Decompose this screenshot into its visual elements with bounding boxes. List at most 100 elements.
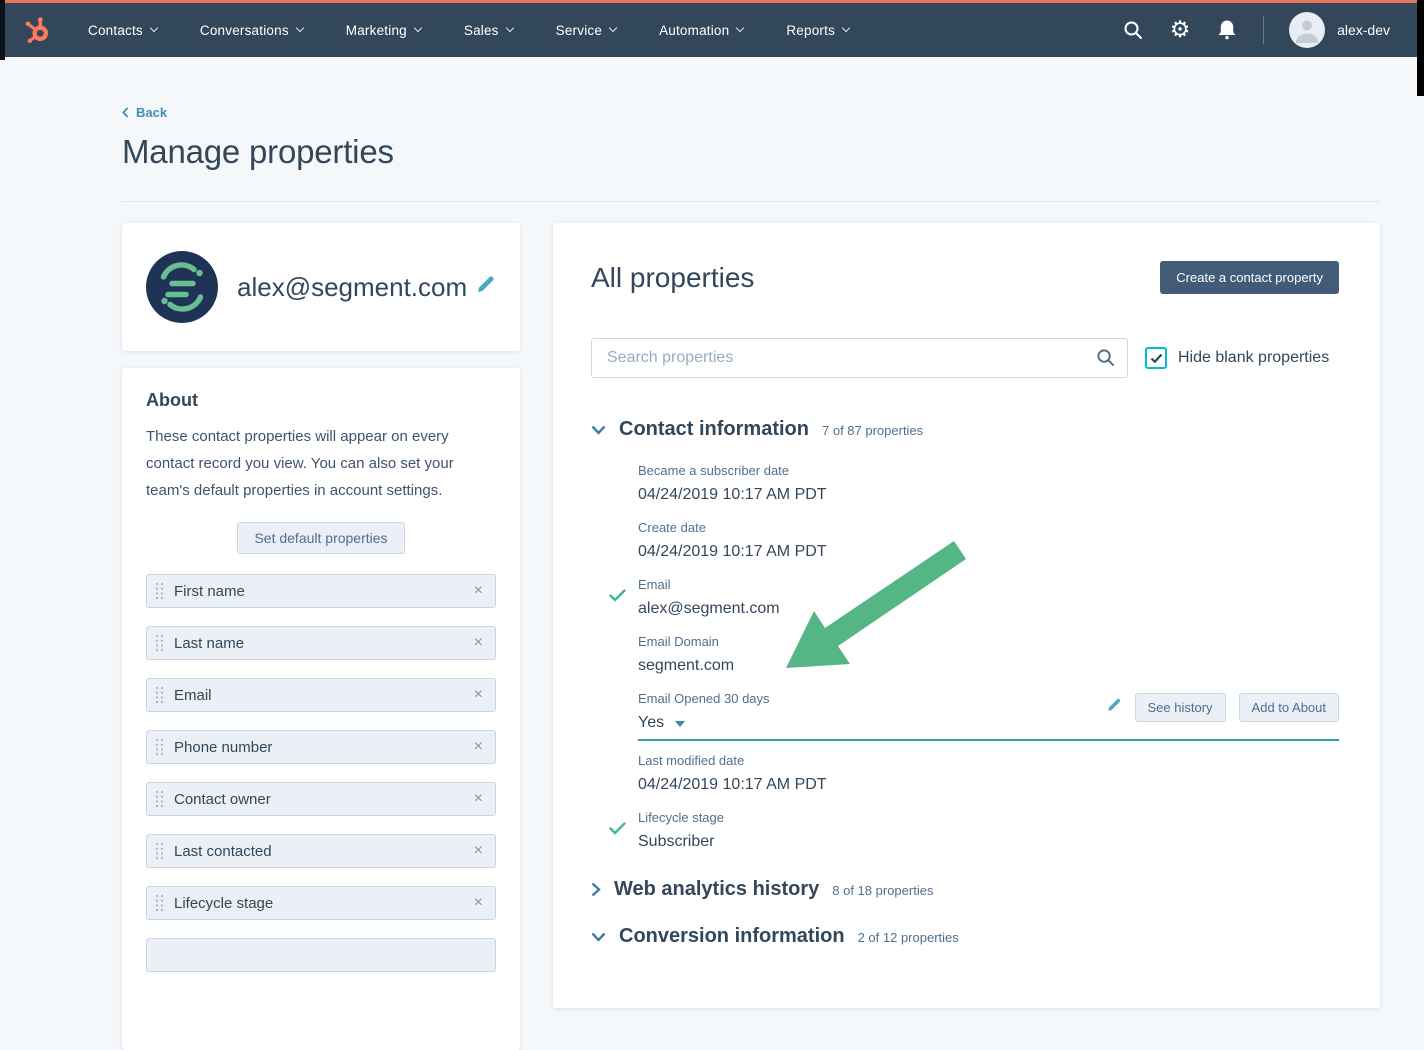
property-value: 04/24/2019 10:17 AM PDT <box>638 542 1339 562</box>
user-menu[interactable]: alex-dev <box>1289 12 1390 48</box>
remove-icon[interactable]: × <box>474 583 483 599</box>
see-history-button[interactable]: See history <box>1135 693 1226 722</box>
property-label: Email Domain <box>638 634 1339 650</box>
nav-item-label: Automation <box>659 23 729 38</box>
edit-pencil-icon[interactable] <box>475 274 496 300</box>
default-property-item-partial[interactable] <box>146 938 496 972</box>
drag-handle-icon[interactable] <box>155 738 164 756</box>
back-link[interactable]: Back <box>122 105 167 120</box>
remove-icon[interactable]: × <box>474 895 483 911</box>
chevron-down-icon <box>296 24 304 32</box>
property-label: Contact owner <box>174 791 271 808</box>
property-value: 04/24/2019 10:17 AM PDT <box>638 775 1339 795</box>
property-row: Email Domain segment.com <box>638 634 1339 676</box>
nav-item-automation[interactable]: Automation <box>659 23 743 38</box>
section-count: 2 of 12 properties <box>858 930 959 945</box>
remove-icon[interactable]: × <box>474 739 483 755</box>
check-icon <box>1150 353 1163 364</box>
hide-blank-properties-label[interactable]: Hide blank properties <box>1178 349 1329 367</box>
default-property-item[interactable]: Email × <box>146 678 496 712</box>
screen-edge-artifact <box>0 0 5 60</box>
remove-icon[interactable]: × <box>474 687 483 703</box>
section-header-contact-information[interactable]: Contact information 7 of 87 properties <box>591 418 1339 441</box>
default-property-item[interactable]: Last contacted × <box>146 834 496 868</box>
top-navigation: Contacts Conversations Marketing Sales S… <box>0 0 1424 57</box>
chevron-down-icon[interactable] <box>591 425 606 435</box>
property-value: segment.com <box>638 656 1339 676</box>
property-label: Email <box>174 687 212 704</box>
property-label: Last name <box>174 635 244 652</box>
section-header-conversion-information[interactable]: Conversion information 2 of 12 propertie… <box>591 925 1339 948</box>
segment-logo-avatar <box>146 251 218 323</box>
section-title: Contact information <box>619 418 809 441</box>
search-properties-input[interactable] <box>591 338 1128 378</box>
remove-icon[interactable]: × <box>474 791 483 807</box>
about-description: These contact properties will appear on … <box>146 423 496 504</box>
drag-handle-icon[interactable] <box>155 842 164 860</box>
chevron-down-icon <box>414 24 422 32</box>
section-count: 7 of 87 properties <box>822 423 923 438</box>
section-count: 8 of 18 properties <box>832 883 933 898</box>
nav-item-marketing[interactable]: Marketing <box>346 23 421 38</box>
default-property-item[interactable]: First name × <box>146 574 496 608</box>
property-label: Phone number <box>174 739 272 756</box>
property-row: Email alex@segment.com <box>638 577 1339 619</box>
chevron-left-icon <box>122 107 129 118</box>
edit-pencil-icon[interactable] <box>1106 697 1122 718</box>
search-icon[interactable] <box>1122 19 1144 41</box>
divider <box>122 201 1380 202</box>
contact-profile-card: alex@segment.com <box>122 223 520 351</box>
property-row: Create date 04/24/2019 10:17 AM PDT <box>638 520 1339 562</box>
add-to-about-button[interactable]: Add to About <box>1239 693 1339 722</box>
default-property-item[interactable]: Lifecycle stage × <box>146 886 496 920</box>
create-contact-property-button[interactable]: Create a contact property <box>1160 261 1339 294</box>
chevron-right-icon[interactable] <box>591 882 601 897</box>
hubspot-logo-icon[interactable] <box>22 15 52 45</box>
chevron-down-icon <box>842 24 850 32</box>
hide-blank-properties-checkbox[interactable] <box>1145 347 1167 369</box>
gear-icon[interactable]: ⚙ <box>1169 19 1191 41</box>
property-row: Became a subscriber date 04/24/2019 10:1… <box>638 463 1339 505</box>
about-card: About These contact properties will appe… <box>122 368 520 1050</box>
property-label: Lifecycle stage <box>638 810 1339 826</box>
default-property-item[interactable]: Contact owner × <box>146 782 496 816</box>
nav-item-service[interactable]: Service <box>556 23 616 38</box>
default-property-item[interactable]: Last name × <box>146 626 496 660</box>
about-title: About <box>146 390 496 411</box>
chevron-down-icon <box>736 24 744 32</box>
property-row-email-opened-30-days: Email Opened 30 days Yes See history Add… <box>638 691 1339 741</box>
nav-item-contacts[interactable]: Contacts <box>88 23 157 38</box>
screen-edge-artifact <box>1417 0 1424 96</box>
property-value: alex@segment.com <box>638 599 1339 619</box>
property-label: Last modified date <box>638 753 1339 769</box>
drag-handle-icon[interactable] <box>155 686 164 704</box>
property-row: Last modified date 04/24/2019 10:17 AM P… <box>638 753 1339 795</box>
divider <box>1263 16 1264 44</box>
contact-email: alex@segment.com <box>237 272 467 303</box>
property-value: Yes <box>638 713 664 733</box>
set-default-properties-button[interactable]: Set default properties <box>237 522 404 554</box>
property-label: Last contacted <box>174 843 272 860</box>
section-title: Conversion information <box>619 925 845 948</box>
remove-icon[interactable]: × <box>474 635 483 651</box>
chevron-down-icon[interactable] <box>591 932 606 942</box>
remove-icon[interactable]: × <box>474 843 483 859</box>
nav-item-label: Contacts <box>88 23 143 38</box>
property-row: Lifecycle stage Subscriber <box>638 810 1339 852</box>
bell-icon[interactable] <box>1216 19 1238 41</box>
nav-item-label: Sales <box>464 23 499 38</box>
chevron-down-icon <box>505 24 513 32</box>
drag-handle-icon[interactable] <box>155 894 164 912</box>
section-header-web-analytics-history[interactable]: Web analytics history 8 of 18 properties <box>591 878 1339 901</box>
drag-handle-icon[interactable] <box>155 582 164 600</box>
drag-handle-icon[interactable] <box>155 790 164 808</box>
default-property-item[interactable]: Phone number × <box>146 730 496 764</box>
nav-item-sales[interactable]: Sales <box>464 23 513 38</box>
section-title: Web analytics history <box>614 878 819 901</box>
drag-handle-icon[interactable] <box>155 634 164 652</box>
nav-item-conversations[interactable]: Conversations <box>200 23 303 38</box>
property-label: Create date <box>638 520 1339 536</box>
username: alex-dev <box>1337 22 1390 38</box>
nav-item-reports[interactable]: Reports <box>786 23 849 38</box>
checkmark-icon <box>609 589 626 607</box>
